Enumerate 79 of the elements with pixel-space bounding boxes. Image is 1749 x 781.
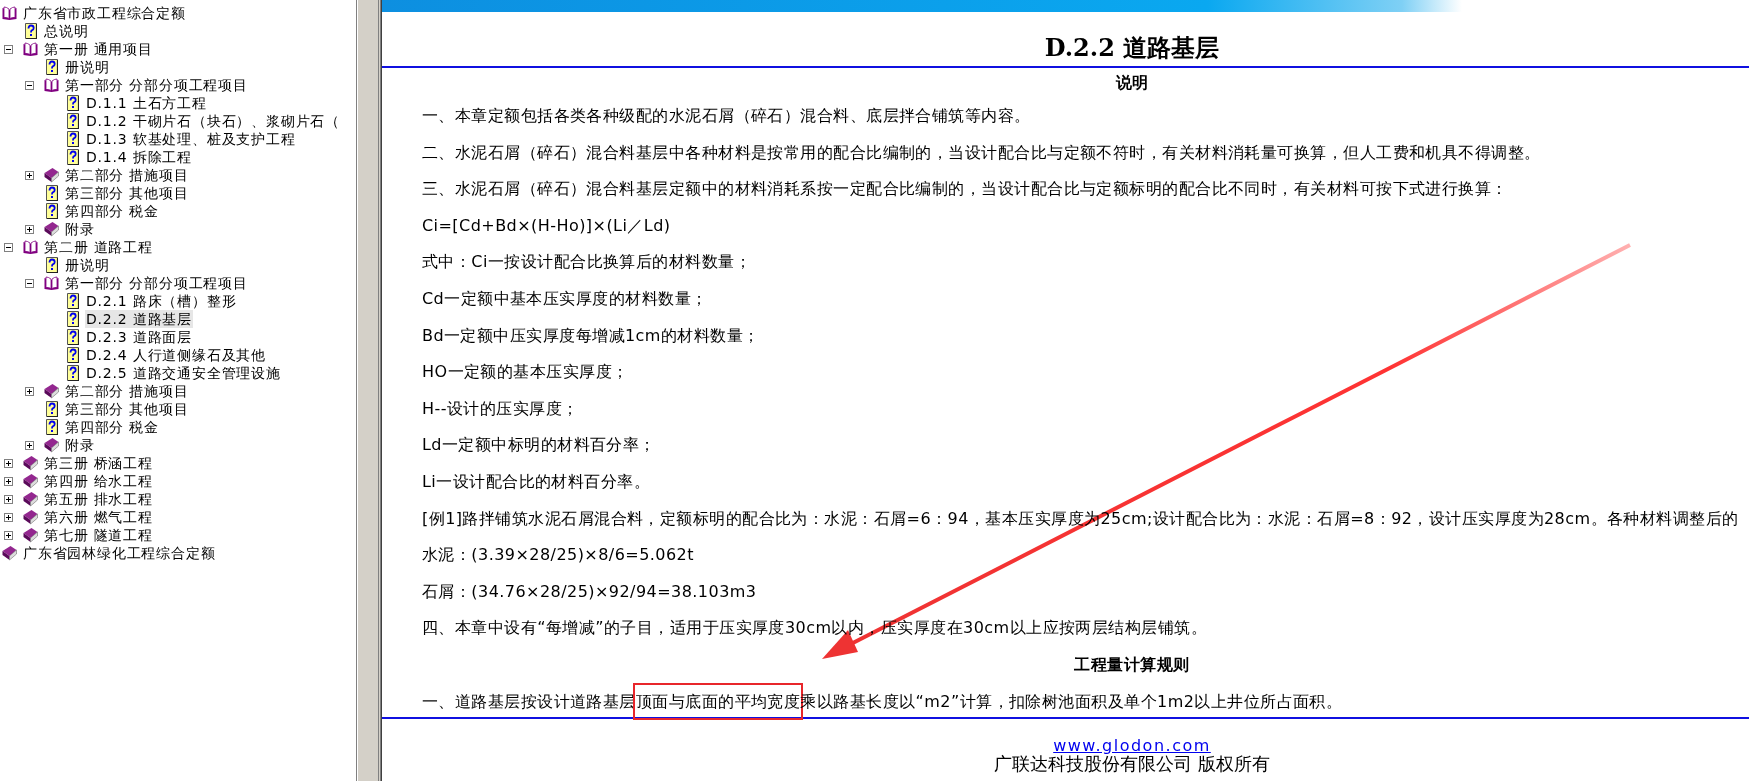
tree-item[interactable]: 第二册 道路工程 [43, 238, 154, 256]
expand-icon[interactable] [4, 494, 13, 504]
website-link[interactable]: www.glodon.com [1053, 736, 1211, 756]
expand-icon[interactable] [25, 170, 34, 180]
tree-item[interactable]: 册说明 [64, 58, 111, 76]
tree-item[interactable]: 第四部分 税金 [64, 418, 161, 436]
expand-icon[interactable] [4, 458, 13, 468]
paragraph: Li一设计配合比的材料百分率。 [422, 471, 651, 491]
paragraph: 一、本章定额包括各类各种级配的水泥石屑（碎石）混合料、底层拌合铺筑等内容。 [422, 106, 1031, 125]
help-page-icon [67, 365, 79, 381]
paragraph: 式中：Ci一按设计配合比换算后的材料数量； [422, 252, 752, 272]
paragraph: Cd一定额中基本压实厚度的材料数量； [422, 288, 708, 308]
help-page-icon [46, 401, 58, 417]
tree-item[interactable]: D.1.1 土石方工程 [85, 94, 208, 112]
help-page-icon [46, 257, 58, 273]
collapse-icon[interactable] [4, 242, 13, 252]
tree-item[interactable]: 第六册 燃气工程 [43, 508, 154, 526]
tree-item[interactable]: 第七册 隧道工程 [43, 526, 154, 544]
help-page-icon [46, 59, 58, 75]
help-page-icon [67, 347, 79, 363]
tree-item[interactable]: 第三部分 其他项目 [64, 184, 190, 202]
help-page-icon [67, 311, 79, 327]
help-page-icon [46, 203, 58, 219]
help-page-icon [46, 419, 58, 435]
help-page-icon [67, 293, 79, 309]
tree-item[interactable]: 第一册 通用项目 [43, 40, 154, 58]
tree-item[interactable]: D.1.3 软基处理、桩及支护工程 [85, 130, 297, 148]
expand-icon[interactable] [4, 476, 13, 486]
expand-icon[interactable] [4, 530, 13, 540]
tree-item[interactable]: 广东省市政工程综合定额 [22, 4, 187, 22]
help-page-icon [25, 23, 37, 39]
help-page-icon [67, 149, 79, 165]
tree-item[interactable]: D.1.2 干砌片石（块石）、浆砌片石（ [85, 112, 341, 130]
tree-item[interactable]: 总说明 [43, 22, 90, 40]
paragraph: 水泥：(3.39×28/25)×8/6=5.062t [422, 545, 694, 565]
tree-item[interactable]: 第一部分 分部分项工程项目 [64, 76, 249, 94]
paragraph: 三、水泥石屑（碎石）混合料基层定额中的材料消耗系按一定配合比编制的，当设计配合比与定额标明的配合比不同时，有关材料可按下式进行换算： [422, 179, 1508, 199]
paragraph: Ci=[Cd+Bd×(H-Ho)]×(Li／Ld) [422, 215, 671, 235]
section-heading: 说明 [1115, 73, 1149, 92]
tree-item[interactable]: 附录 [64, 436, 96, 454]
paragraph: Ld一定额中标明的材料百分率； [422, 435, 656, 455]
help-page-icon [67, 329, 79, 345]
paragraph: Bd一定额中压实厚度每增减1cm的材料数量； [422, 325, 760, 345]
tree-item[interactable]: 第二部分 措施项目 [64, 382, 190, 400]
tree-item[interactable]: 第三部分 其他项目 [64, 400, 190, 418]
paragraph: HO一定额的基本压实厚度； [422, 362, 629, 382]
help-page-icon [46, 185, 58, 201]
tree-item[interactable]: D.2.4 人行道侧缘石及其他 [85, 346, 267, 364]
expand-icon[interactable] [25, 440, 34, 450]
tree-item[interactable]: D.2.1 路床（槽）整形 [85, 292, 238, 310]
section-heading: 工程量计算规则 [1074, 654, 1190, 674]
help-page-icon [67, 113, 79, 129]
tree-item[interactable]: 册说明 [64, 256, 111, 274]
collapse-icon[interactable] [25, 80, 34, 90]
tree-item[interactable]: 第四部分 税金 [64, 202, 161, 220]
copyright-text: 广联达科技股份有限公司 版权所有 [994, 753, 1270, 775]
collapse-icon[interactable] [25, 278, 34, 288]
tree-item[interactable]: 附录 [64, 220, 96, 238]
page-title: D.2.2 道路基层 [1043, 32, 1221, 64]
paragraph: 二、水泥石屑（碎石）混合料基层中各种材料是按常用的配合比编制的，当设计配合比与定额不符时，有关材料消耗量可换算，但人工费和机具不得调整。 [422, 142, 1541, 162]
expand-icon[interactable] [25, 224, 34, 234]
tree-item[interactable]: D.1.4 拆除工程 [85, 148, 193, 166]
tree-item[interactable]: D.2.2 道路基层 [85, 310, 193, 328]
paragraph: 石屑：(34.76×28/25)×92/94=38.103m3 [422, 581, 757, 601]
help-page-icon [67, 95, 79, 111]
tree-item[interactable]: 第四册 给水工程 [43, 472, 154, 490]
tree-item[interactable]: 第五册 排水工程 [43, 490, 154, 508]
expand-icon[interactable] [25, 386, 34, 396]
help-page-icon [67, 131, 79, 147]
tree-item[interactable]: 第二部分 措施项目 [64, 166, 190, 184]
tree-item[interactable]: 第一部分 分部分项工程项目 [64, 274, 249, 292]
paragraph: H--设计的压实厚度； [422, 398, 579, 418]
tree-item[interactable]: 广东省园林绿化工程综合定额 [22, 544, 217, 562]
splitter[interactable] [357, 0, 381, 781]
tree-item[interactable]: D.2.5 道路交通安全管理设施 [85, 364, 282, 382]
expand-icon[interactable] [4, 512, 13, 522]
collapse-icon[interactable] [4, 44, 13, 54]
tree-item[interactable]: D.2.3 道路面层 [85, 328, 193, 346]
tree-item[interactable]: 第三册 桥涵工程 [43, 454, 154, 472]
